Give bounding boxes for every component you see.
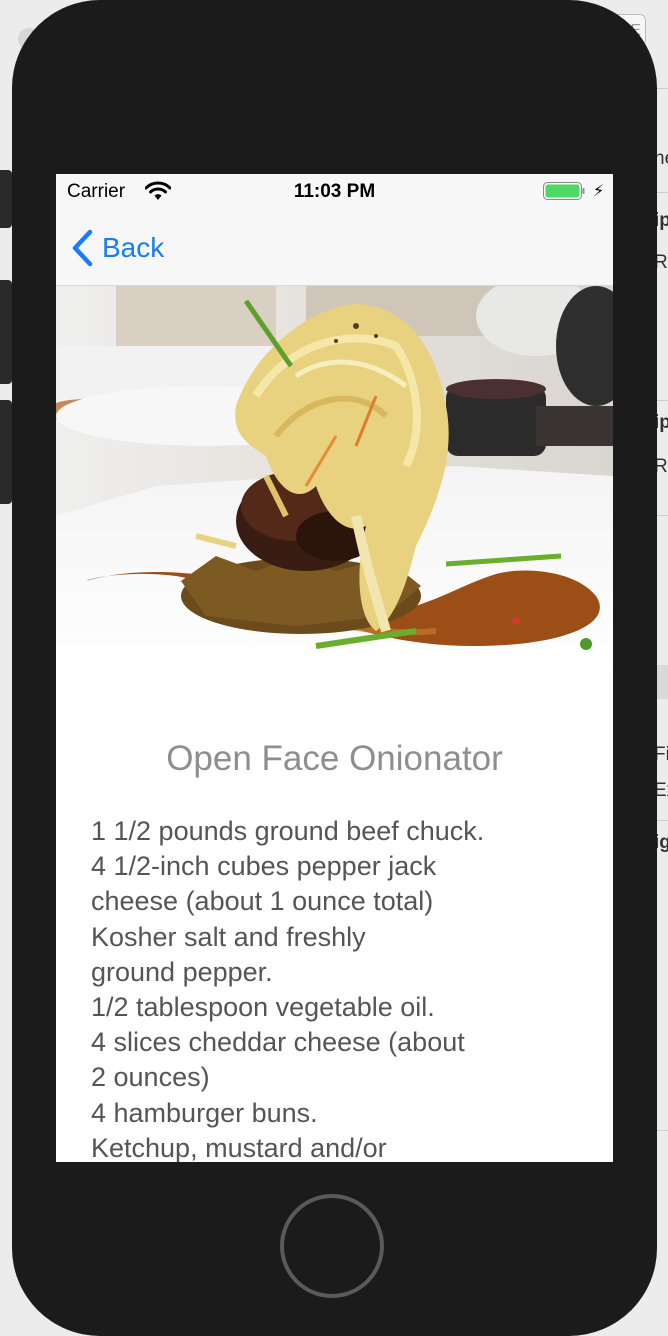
back-button[interactable]: Back xyxy=(70,228,164,268)
ingredient-line: 1/2 tablespoon vegetable oil. xyxy=(91,992,435,1023)
charging-bolt-icon: ⚡︎ xyxy=(593,183,605,200)
app-screen: Carrier 11:03 PM ⚡︎ Back Open Face Onion… xyxy=(56,174,613,1162)
battery-icon xyxy=(543,182,585,200)
ingredient-line: 4 slices cheddar cheese (about xyxy=(91,1027,465,1058)
ingredient-line: Kosher salt and freshly xyxy=(91,921,366,952)
home-button[interactable] xyxy=(280,1194,384,1298)
ingredient-line: 4 1/2-inch cubes pepper jack xyxy=(91,851,437,882)
ingredient-line: 4 hamburger buns. xyxy=(91,1097,318,1128)
status-time: 11:03 PM xyxy=(293,181,376,202)
chevron-left-icon xyxy=(72,229,93,267)
recipe-title: Open Face Onionator xyxy=(166,739,503,778)
status-bar: Carrier 11:03 PM ⚡︎ xyxy=(56,174,613,210)
ingredient-line: 2 ounces) xyxy=(91,1062,210,1093)
ingredients-text: 1 1/2 pounds ground beef chuck. 4 1/2-in… xyxy=(91,814,551,1162)
ingredient-line: ground pepper. xyxy=(91,956,273,987)
back-label: Back xyxy=(102,232,165,263)
ingredient-line: 1 1/2 pounds ground beef chuck. xyxy=(91,816,485,846)
navigation-bar: Back xyxy=(56,210,613,286)
recipe-photo xyxy=(56,286,613,677)
ingredient-line: cheese (about 1 ounce total) xyxy=(91,886,434,917)
ingredient-line: Ketchup, mustard and/or xyxy=(91,1132,387,1162)
